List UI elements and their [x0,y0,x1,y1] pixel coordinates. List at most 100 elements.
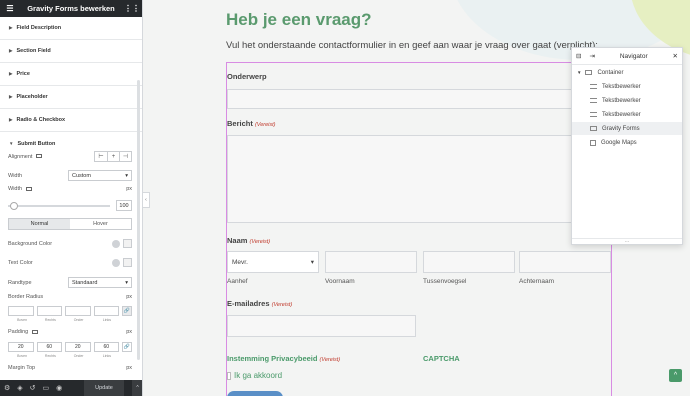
caret-right-icon: ▶ [9,48,13,53]
alignment-control: Alignment ⊢ + ⊣ [8,151,132,162]
width-slider-row: 100 [8,200,132,211]
email-input[interactable] [227,315,416,337]
navigator-resize-handle[interactable]: ··· [572,238,682,245]
last-name-sublabel: Achternaam [519,278,555,285]
border-radius-inputs: 🔗 [8,306,132,316]
width-slider-handle[interactable] [10,201,18,210]
section-radio-checkbox[interactable]: ▶ Radio & Checkbox [0,109,142,132]
desktop-icon[interactable] [36,154,43,159]
padding-row: Padding px [8,329,132,335]
sidebar-title: Gravity Forms bewerken [27,4,115,13]
salutation-select[interactable]: Mevr. ▾ [227,251,319,273]
desktop-icon[interactable] [26,186,33,191]
width-select[interactable]: Custom ▾ [68,170,132,181]
update-button[interactable]: Update [84,380,124,396]
nav-item-gravity-forms[interactable]: Gravity Forms [572,122,682,135]
apps-grid-icon[interactable]: ⋮⋮ [124,4,140,13]
first-name-input[interactable] [325,251,417,273]
nav-item-container[interactable]: ▼ Container [572,66,682,79]
caret-right-icon: ▶ [9,94,13,99]
padding-right-input[interactable]: 60 [36,342,62,352]
global-color-icon[interactable] [112,239,120,248]
subject-label: Onderwerp [227,72,267,81]
collapse-all-icon[interactable]: ⊟ [576,52,581,60]
padding-labels: Boven Rechts Onder Links [17,354,111,358]
padding-inputs: 20 60 20 60 🔗 [8,342,132,352]
intro-text: Vul het onderstaande contactformulier in… [226,40,598,51]
chevron-down-icon: ▾ [125,172,128,179]
link-icon[interactable]: 🔗 [122,306,132,316]
color-swatch[interactable] [123,258,132,267]
border-type-select[interactable]: Standaard ▾ [68,277,132,288]
preview-eye-icon[interactable]: ◉ [56,384,62,392]
tab-hover[interactable]: Hover [70,219,131,229]
alignment-buttons: ⊢ + ⊣ [94,151,132,162]
caret-right-icon: ▶ [9,25,13,30]
section-price[interactable]: ▶ Price [0,63,142,86]
align-center-icon[interactable]: + [107,152,119,161]
navigator-header: ⊟ ⇥ Navigator ✕ [572,48,682,65]
salutation-sublabel: Aanhef [227,278,248,285]
radius-right-input[interactable] [36,306,62,316]
editor-sidebar: ☰ Gravity Forms bewerken ⋮⋮ ▶ Field Descr… [0,0,143,396]
name-label: Naam (Vereist) [227,236,271,245]
desktop-icon[interactable] [32,329,39,334]
radius-bottom-input[interactable] [65,306,91,316]
unit-px[interactable]: px [126,294,132,300]
infix-sublabel: Tussenvoegsel [423,278,467,285]
link-icon[interactable]: 🔗 [122,342,132,352]
scroll-to-top-chevron-up-icon[interactable]: ^ [669,369,682,382]
caret-right-icon: ▶ [9,71,13,76]
width-number-input[interactable]: 100 [116,200,132,211]
unit-px[interactable]: px [126,365,132,371]
padding-left-input[interactable]: 60 [93,342,119,352]
message-textarea[interactable] [227,135,611,223]
update-options-chevron-up-icon[interactable]: ^ [131,380,142,396]
border-type-row: Randtype Standaard ▾ [8,277,132,288]
align-right-icon[interactable]: ⊣ [119,152,131,161]
chevron-down-icon: ▾ [125,279,128,286]
consent-checkbox-row[interactable]: Ik ga akkoord [227,371,282,380]
submit-button[interactable] [227,391,283,396]
padding-top-input[interactable]: 20 [8,342,34,352]
align-left-icon[interactable]: ⊢ [95,152,107,161]
sidebar-scrollbar[interactable] [137,80,140,360]
last-name-input[interactable] [519,251,611,273]
caret-right-icon: ▶ [9,117,13,122]
tab-normal[interactable]: Normal [9,219,70,229]
subject-input[interactable] [227,89,611,109]
close-icon[interactable]: ✕ [673,52,678,60]
padding-bottom-input[interactable]: 20 [65,342,91,352]
responsive-icon[interactable]: ▭ [43,384,50,392]
history-icon[interactable]: ↺ [30,384,36,392]
nav-item-text-editor[interactable]: Tekstbewerker [572,94,682,107]
unit-px[interactable]: px [126,186,132,192]
nav-item-text-editor[interactable]: Tekstbewerker [572,80,682,93]
section-placeholder[interactable]: ▶ Placeholder [0,86,142,109]
chevron-down-icon: ▾ [310,259,314,266]
consent-checkbox[interactable] [227,371,231,380]
layers-icon[interactable]: ◈ [17,384,22,392]
navigator-title: Navigator [619,52,648,60]
collapse-sidebar-chevron-left-icon[interactable]: ‹ [143,192,150,208]
form-icon [590,126,597,131]
section-section-field[interactable]: ▶ Section Field [0,40,142,63]
radius-left-input[interactable] [93,306,119,316]
editor-window: ☰ Gravity Forms bewerken ⋮⋮ ▶ Field Descr… [0,0,690,396]
map-icon [590,139,596,146]
width-slider-track[interactable] [8,204,110,207]
global-color-icon[interactable] [112,258,120,267]
infix-input[interactable] [423,251,515,273]
section-field-description[interactable]: ▶ Field Description [0,17,142,40]
menu-grid-icon[interactable]: ☰ [6,4,14,13]
radius-top-input[interactable] [8,306,34,316]
border-radius-labels: Boven Rechts Onder Links [17,318,111,322]
unit-px[interactable]: px [126,329,132,335]
text-editor-icon [590,112,597,117]
nav-item-text-editor[interactable]: Tekstbewerker [572,108,682,121]
color-swatch[interactable] [123,239,132,248]
nav-item-google-maps[interactable]: Google Maps [572,136,682,149]
navigator-panel: ⊟ ⇥ Navigator ✕ ▼ Container Tekstbewerker… [571,47,683,245]
caret-down-icon[interactable]: ▼ [577,70,581,75]
settings-gear-icon[interactable]: ⚙ [4,384,10,392]
